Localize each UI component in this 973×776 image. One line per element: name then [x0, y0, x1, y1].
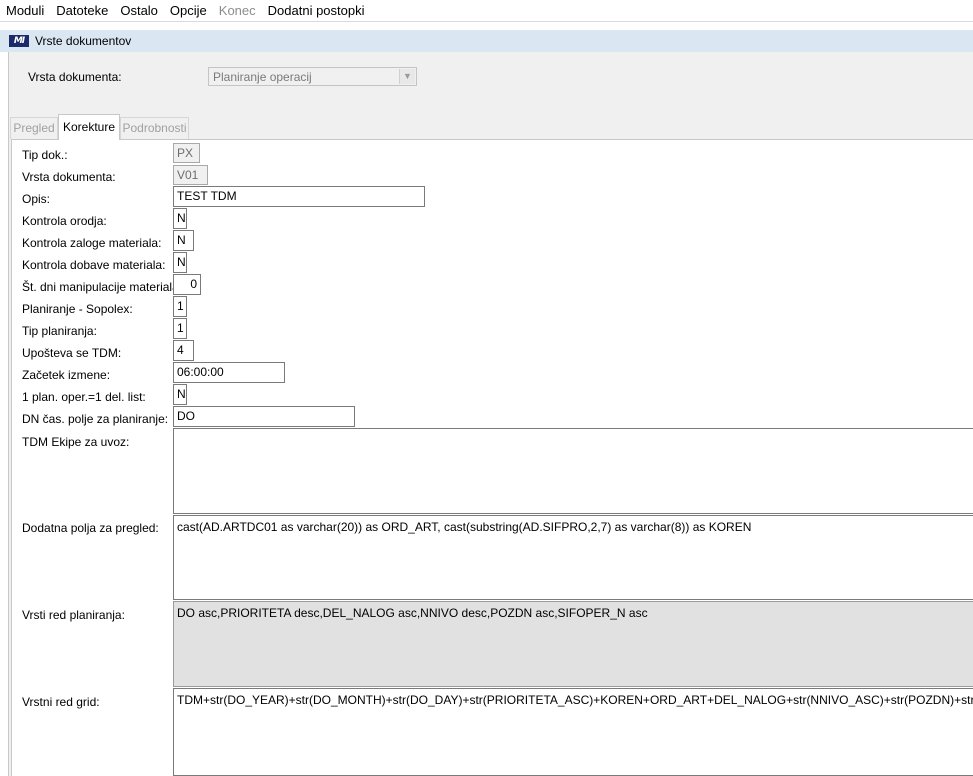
tab-korekture[interactable]: Korekture	[58, 114, 120, 140]
vrsti-red-label: Vrsti red planiranja:	[22, 608, 125, 622]
dn-cas-label: DN čas. polje za planiranje:	[22, 412, 169, 426]
kontrola-orodja-field[interactable]: N	[173, 208, 187, 229]
tip-planiranja-field[interactable]: 1	[173, 318, 187, 339]
kontrola-zaloge-label: Kontrola zaloge materiala:	[22, 236, 162, 250]
uposteva-tdm-label: Upošteva se TDM:	[22, 346, 122, 360]
kontrola-dobave-label: Kontrola dobave materiala:	[22, 258, 166, 272]
tip-dok-field: PX	[173, 143, 200, 163]
kontrola-orodja-label: Kontrola orodja:	[22, 214, 107, 228]
menu-bar: Moduli Datoteke Ostalo Opcije Konec Doda…	[0, 0, 973, 22]
window-title: Vrste dokumentov	[35, 34, 132, 48]
tab-pregled[interactable]: Pregled	[10, 117, 58, 139]
vrsti-red-textarea[interactable]: DO asc,PRIORITETA desc,DEL_NALOG asc,NNI…	[173, 601, 973, 687]
vrstni-red-grid-textarea[interactable]: TDM+str(DO_YEAR)+str(DO_MONTH)+str(DO_DA…	[173, 688, 973, 776]
menu-konec: Konec	[218, 2, 256, 18]
menu-datoteke[interactable]: Datoteke	[50, 0, 114, 22]
chevron-down-icon[interactable]: ▼	[399, 69, 415, 84]
menu-ostalo[interactable]: Ostalo	[114, 0, 164, 22]
menu-dodatni-postopki[interactable]: Dodatni postopki	[262, 0, 371, 22]
dodatna-polja-label: Dodatna polja za pregled:	[22, 521, 159, 535]
kontrola-dobave-field[interactable]: N	[173, 252, 187, 273]
toolbar-spacer	[0, 22, 973, 30]
doc-type-value: Planiranje operacij	[213, 70, 312, 84]
vrsta-dokumenta-label: Vrsta dokumenta:	[22, 170, 116, 184]
window-titlebar: MI Vrste dokumentov	[0, 30, 973, 52]
plan-oper-field[interactable]: N	[173, 384, 187, 405]
st-dni-field[interactable]: 0	[173, 274, 201, 295]
dodatna-polja-textarea[interactable]: cast(AD.ARTDC01 as varchar(20)) as ORD_A…	[173, 515, 973, 600]
zacetek-izmene-field[interactable]: 06:00:00	[173, 362, 285, 383]
kontrola-zaloge-field[interactable]: N	[173, 230, 194, 251]
dn-cas-field[interactable]: DO	[173, 406, 355, 427]
opis-field[interactable]: TEST TDM	[173, 186, 425, 207]
doc-type-label: Vrsta dokumenta:	[28, 70, 122, 84]
tdm-ekipe-label: TDM Ekipe za uvoz:	[22, 435, 130, 449]
vrsta-dokumenta-field: V01	[173, 165, 208, 185]
opis-label: Opis:	[22, 192, 51, 206]
menu-moduli[interactable]: Moduli	[0, 0, 50, 22]
planiranje-sopolex-label: Planiranje - Sopolex:	[22, 302, 133, 316]
plan-oper-label: 1 plan. oper.=1 del. list:	[22, 390, 146, 404]
tip-dok-label: Tip dok.:	[22, 148, 68, 162]
doc-type-select[interactable]: Planiranje operacij ▼	[208, 67, 417, 86]
app-logo-icon: MI	[9, 35, 29, 47]
tdm-ekipe-textarea[interactable]	[173, 428, 973, 514]
st-dni-label: Št. dni manipulacije materiala:	[22, 280, 183, 294]
uposteva-tdm-field[interactable]: 4	[173, 340, 194, 361]
vrstni-red-grid-label: Vrstni red grid:	[22, 695, 100, 709]
tab-podrobnosti[interactable]: Podrobnosti	[120, 117, 189, 139]
planiranje-sopolex-field[interactable]: 1	[173, 296, 187, 317]
zacetek-izmene-label: Začetek izmene:	[22, 368, 111, 382]
tip-planiranja-label: Tip planiranja:	[22, 324, 97, 338]
menu-opcije[interactable]: Opcije	[164, 0, 213, 22]
